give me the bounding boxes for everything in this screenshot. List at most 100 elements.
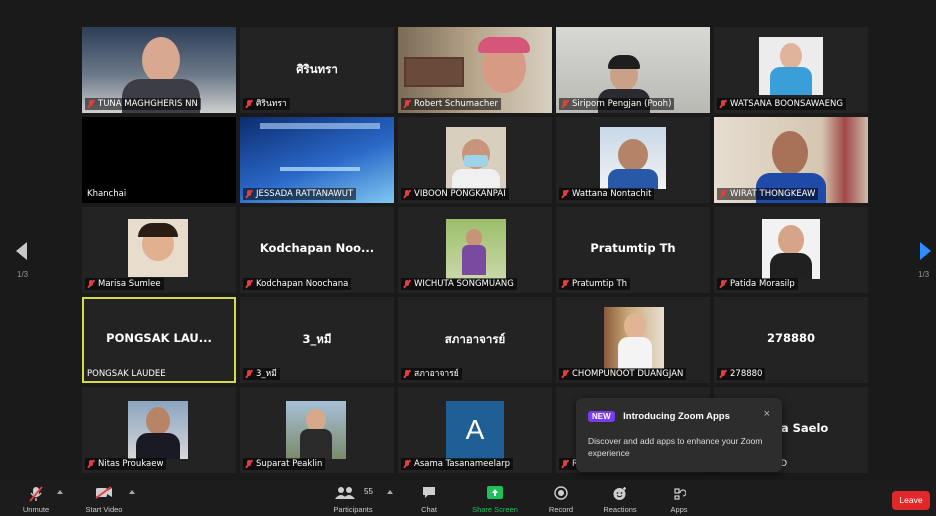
- share-screen-label: Share Screen: [472, 505, 518, 514]
- muted-mic-icon: [245, 279, 253, 289]
- audio-options-chevron-icon[interactable]: [57, 490, 63, 494]
- muted-mic-icon: [561, 369, 569, 379]
- participant-display-name: 3_หมี: [302, 332, 332, 346]
- video-tile[interactable]: Khanchai: [82, 117, 236, 203]
- chat-button[interactable]: Chat: [410, 480, 448, 516]
- participant-face: [618, 139, 648, 171]
- participant-name-label: 278880: [717, 368, 766, 380]
- apps-button[interactable]: Apps: [660, 480, 698, 516]
- next-page-arrow-icon[interactable]: [920, 242, 931, 260]
- video-tile[interactable]: Siriporn Pengjan (Pooh): [556, 27, 710, 113]
- muted-mic-icon: [561, 279, 569, 289]
- participant-name-label: Pratumtip Th: [559, 278, 631, 290]
- start-video-button[interactable]: Start Video: [78, 480, 130, 516]
- participant-name-label: Kodchapan Noochana: [243, 278, 352, 290]
- participant-face: [780, 43, 802, 69]
- video-tile[interactable]: VIBOON PONGKANPAI: [398, 117, 552, 203]
- participant-face: [772, 131, 808, 175]
- reactions-button[interactable]: Reactions: [596, 480, 644, 516]
- close-icon[interactable]: ×: [764, 408, 770, 420]
- video-tile[interactable]: Marisa Sumlee: [82, 207, 236, 293]
- page-indicator-right: 1/3: [918, 270, 930, 279]
- video-tile[interactable]: CHOMPUNOOT DUANGJAN: [556, 297, 710, 383]
- participant-name-label: Marisa Sumlee: [85, 278, 164, 290]
- participant-name-label: CHOMPUNOOT DUANGJAN: [559, 368, 687, 380]
- leave-button[interactable]: Leave: [892, 491, 930, 510]
- avatar: A: [446, 401, 504, 459]
- participant-body: [608, 169, 658, 189]
- video-tile[interactable]: WICHUTA SONGMUANG: [398, 207, 552, 293]
- participant-face: [624, 313, 646, 339]
- muted-mic-icon: [719, 189, 727, 199]
- participants-count: 55: [364, 487, 373, 496]
- chat-icon: [423, 487, 435, 498]
- video-tile[interactable]: WATSANA BOONSAWAENG: [714, 27, 868, 113]
- video-tile[interactable]: JESSADA RATTANAWUT: [240, 117, 394, 203]
- participant-name-label: Siriporn Pengjan (Pooh): [559, 98, 675, 110]
- participants-icon: [335, 487, 355, 499]
- video-options-chevron-icon[interactable]: [129, 490, 135, 494]
- muted-mic-icon: [245, 459, 253, 469]
- participant-body: [452, 169, 500, 189]
- participant-name-label: Asama Tasanameelarp: [401, 458, 514, 470]
- muted-mic-icon: [561, 459, 569, 469]
- page-indicator-left: 1/3: [17, 270, 29, 279]
- muted-mic-icon: [561, 189, 569, 199]
- participant-display-name: สภาอาจารย์: [444, 332, 506, 346]
- new-badge: NEW: [588, 411, 615, 423]
- video-tile[interactable]: 278880 278880: [714, 297, 868, 383]
- slide-line: [280, 167, 360, 171]
- video-tile[interactable]: Robert Schumacher: [398, 27, 552, 113]
- video-tile[interactable]: Patida Morasilp: [714, 207, 868, 293]
- unmute-button[interactable]: Unmute: [14, 480, 58, 516]
- record-button[interactable]: Record: [542, 480, 580, 516]
- video-tile[interactable]: Suparat Peaklin: [240, 387, 394, 473]
- previous-page-arrow-icon[interactable]: [16, 242, 27, 260]
- share-screen-button[interactable]: Share Screen: [466, 480, 524, 516]
- active-speaker-tile[interactable]: PONGSAK LAU... PONGSAK LAUDEE: [82, 297, 236, 383]
- video-tile[interactable]: 3_หมี 3_หมี: [240, 297, 394, 383]
- participant-hair: [608, 55, 640, 69]
- video-tile[interactable]: A Asama Tasanameelarp: [398, 387, 552, 473]
- participants-button[interactable]: 55 Participants: [326, 480, 380, 516]
- muted-mic-icon: [403, 279, 411, 289]
- video-tile[interactable]: ศิรินทรา ศิรินทรา: [240, 27, 394, 113]
- participant-name-label: Suparat Peaklin: [243, 458, 326, 470]
- video-tile[interactable]: Nitas Proukaew: [82, 387, 236, 473]
- muted-mic-icon: [87, 459, 95, 469]
- video-tile[interactable]: สภาอาจารย์ สภาอาจารย์: [398, 297, 552, 383]
- participant-name-label: TUNA MAGHGHERIS NN: [85, 98, 201, 110]
- participant-name-label: WIRAT THONGKEAW: [717, 188, 819, 200]
- participant-body: [462, 245, 486, 275]
- muted-mic-icon: [719, 99, 727, 109]
- popup-title: Introducing Zoom Apps: [623, 411, 730, 423]
- participants-options-chevron-icon[interactable]: [387, 490, 393, 494]
- record-icon: [554, 486, 568, 500]
- participant-name-label: ศิรินทรา: [243, 98, 290, 110]
- video-tile[interactable]: Kodchapan Noo... Kodchapan Noochana: [240, 207, 394, 293]
- video-tile[interactable]: Pratumtip Th Pratumtip Th: [556, 207, 710, 293]
- meeting-stage: 1/3 1/3 TUNA MAGHGHERIS NN ศิรินทรา ศิริ…: [0, 0, 936, 480]
- participant-body: [770, 253, 812, 279]
- participant-name-label: WICHUTA SONGMUANG: [401, 278, 517, 290]
- slide-header-bar: [260, 123, 380, 129]
- participant-name-label: Wattana Nontachit: [559, 188, 655, 200]
- video-tile[interactable]: TUNA MAGHGHERIS NN: [82, 27, 236, 113]
- video-tile[interactable]: WIRAT THONGKEAW: [714, 117, 868, 203]
- participant-body: [770, 67, 812, 95]
- zoom-apps-popup: NEW Introducing Zoom Apps × Discover and…: [576, 398, 782, 472]
- muted-mic-icon: [245, 369, 253, 379]
- muted-mic-icon: [403, 99, 411, 109]
- participant-body: [618, 337, 652, 369]
- meeting-toolbar: Unmute Start Video 55 Participants Chat: [0, 480, 936, 516]
- video-tile[interactable]: Wattana Nontachit: [556, 117, 710, 203]
- participant-name-label: JESSADA RATTANAWUT: [243, 188, 357, 200]
- chat-label: Chat: [421, 505, 437, 514]
- bookshelf: [404, 57, 464, 87]
- muted-mic-icon: [29, 486, 43, 502]
- muted-mic-icon: [87, 99, 95, 109]
- participant-name-label: Khanchai: [87, 189, 127, 199]
- participant-body: [300, 429, 332, 459]
- face-mask: [464, 155, 488, 167]
- participant-display-name: Kodchapan Noo...: [259, 241, 375, 255]
